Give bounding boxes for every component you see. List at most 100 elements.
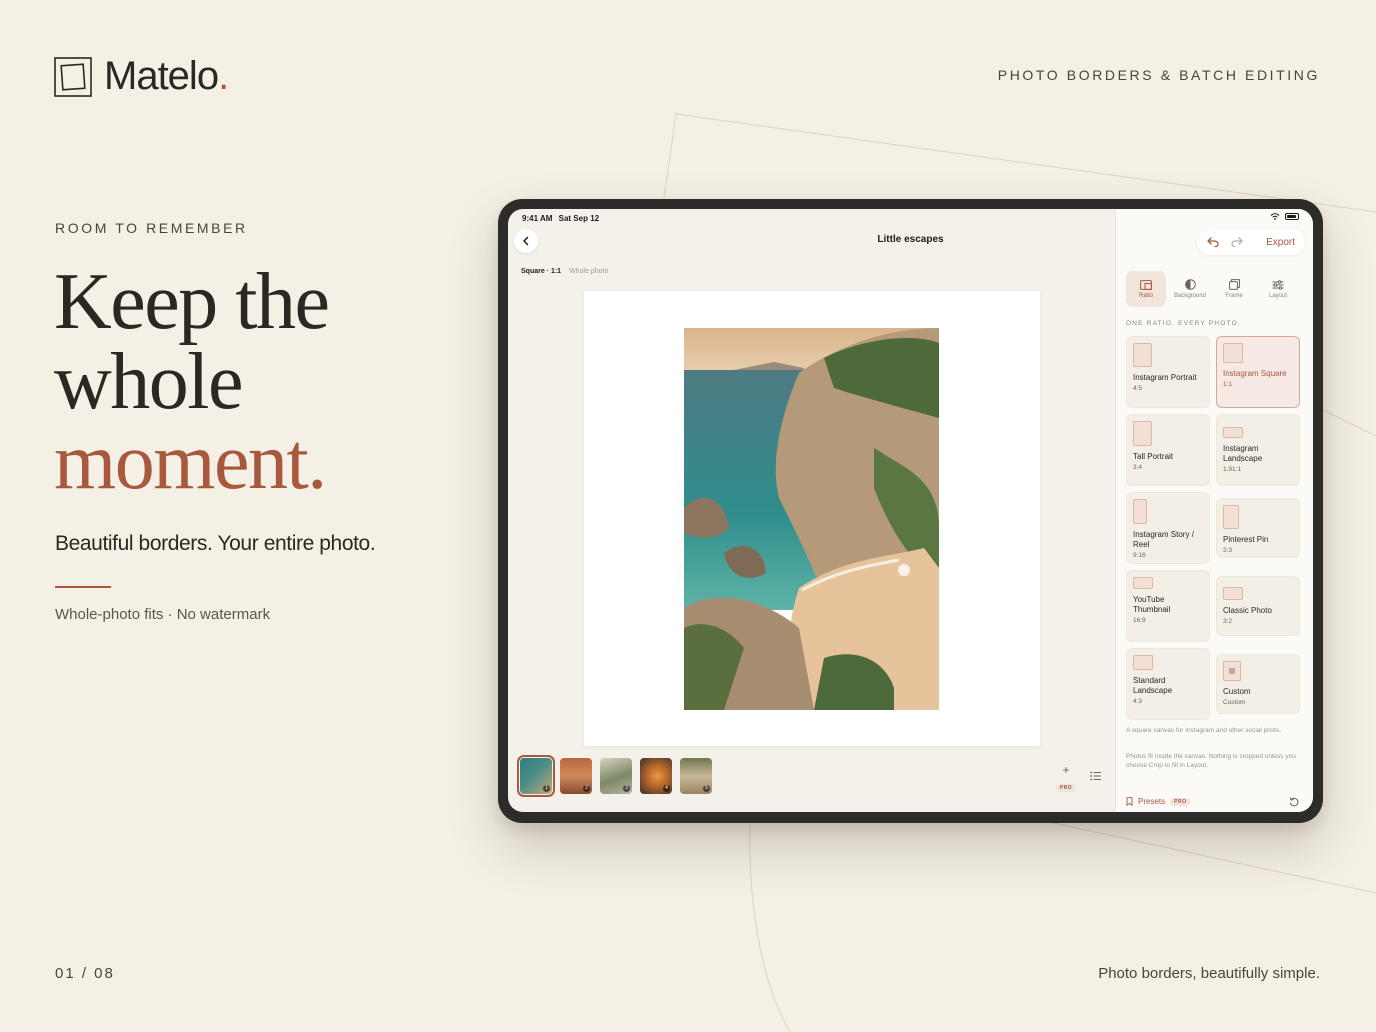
ratio-option-instagram-portrait[interactable]: Instagram Portrait 4:5 bbox=[1126, 336, 1210, 408]
coastal-cove-photo bbox=[684, 328, 939, 710]
ratio-option-instagram-square[interactable]: Instagram Square 1:1 bbox=[1216, 336, 1300, 408]
tab-label: Background bbox=[1173, 293, 1207, 299]
wifi-icon bbox=[1270, 213, 1280, 220]
ratio-option-youtube-thumbnail[interactable]: YouTube Thumbnail 16:9 bbox=[1126, 570, 1210, 642]
ratio-name: Pinterest Pin bbox=[1223, 535, 1269, 544]
ratio-name: Standard Landscape bbox=[1133, 676, 1173, 695]
headline-line-1: Keep the bbox=[54, 258, 330, 346]
inspector-panel: Export Ratio Background Frame Layout ONE… bbox=[1115, 209, 1313, 812]
ratio-option-instagram-story[interactable]: Instagram Story / Reel 9:16 bbox=[1126, 492, 1210, 564]
brand: Matelo. bbox=[54, 54, 229, 99]
ratio-option-tall-portrait[interactable]: Tall Portrait 3:4 bbox=[1126, 414, 1210, 486]
eyebrow: ROOM TO REMEMBER bbox=[55, 220, 248, 236]
accent-rule bbox=[55, 586, 111, 588]
ratio-shape bbox=[1223, 427, 1243, 438]
thumbnail-number: 3 bbox=[623, 785, 630, 792]
features: Whole-photo fits · No watermark bbox=[55, 606, 271, 623]
thumbnail[interactable]: 4 bbox=[640, 758, 672, 794]
thumbnail-number: 5 bbox=[703, 785, 710, 792]
ratio-name: YouTube Thumbnail bbox=[1133, 595, 1171, 614]
plus-icon: + bbox=[1062, 763, 1070, 777]
tab-layout[interactable]: Layout bbox=[1258, 271, 1298, 307]
thumbnail-number: 4 bbox=[663, 785, 670, 792]
chevron-left-icon bbox=[523, 236, 529, 246]
ratio-option-classic-photo[interactable]: Classic Photo 3:2 bbox=[1216, 576, 1300, 636]
ratio-option-standard-landscape[interactable]: Standard Landscape 4:3 bbox=[1126, 648, 1210, 720]
tab-frame[interactable]: Frame bbox=[1214, 271, 1254, 307]
thumbnail[interactable]: 3 bbox=[600, 758, 632, 794]
battery-icon bbox=[1285, 213, 1299, 220]
redo-icon[interactable] bbox=[1231, 237, 1243, 247]
back-button[interactable] bbox=[514, 229, 538, 253]
ratio-description: A square canvas for Instagram and other … bbox=[1126, 727, 1282, 734]
app-screen: 9:41 AM Sat Sep 12 Little escapes Square… bbox=[508, 209, 1313, 812]
ratio-value: 3:4 bbox=[1133, 464, 1143, 471]
ratio-icon bbox=[1140, 279, 1152, 290]
reset-icon[interactable] bbox=[1289, 797, 1299, 807]
ratio-value: 1.91:1 bbox=[1223, 466, 1242, 473]
crumb-mode: Whole photo bbox=[569, 268, 609, 275]
top-tagline: PHOTO BORDERS & BATCH EDITING bbox=[997, 67, 1320, 83]
tablet-frame: 9:41 AM Sat Sep 12 Little escapes Square… bbox=[498, 199, 1323, 823]
canvas-preview[interactable] bbox=[584, 291, 1040, 746]
headline: Keep the whole moment. bbox=[54, 258, 330, 502]
thumbnail[interactable]: 2 bbox=[560, 758, 592, 794]
inspector-tabs: Ratio Background Frame Layout bbox=[1126, 271, 1298, 307]
ratio-shape bbox=[1133, 499, 1147, 524]
bookmark-icon bbox=[1126, 797, 1133, 806]
ratio-shape bbox=[1133, 421, 1152, 446]
brand-name: Matelo bbox=[104, 54, 219, 98]
status-icons bbox=[1270, 213, 1299, 220]
ratio-shape bbox=[1223, 587, 1243, 600]
export-button[interactable]: Export bbox=[1266, 237, 1295, 248]
ratio-name: Custom bbox=[1223, 687, 1251, 696]
document-title: Little escapes bbox=[877, 234, 944, 245]
section-label: ONE RATIO. EVERY PHOTO. bbox=[1126, 320, 1241, 327]
ratio-value: Custom bbox=[1223, 699, 1246, 706]
ratio-shape bbox=[1223, 661, 1241, 681]
ratio-value: 1:1 bbox=[1223, 381, 1233, 388]
presets-button[interactable]: Presets PRO bbox=[1126, 797, 1191, 806]
pro-badge: PRO bbox=[1170, 797, 1191, 806]
tab-ratio[interactable]: Ratio bbox=[1126, 271, 1166, 307]
ratio-value: 16:9 bbox=[1133, 617, 1146, 624]
ratio-shape bbox=[1223, 343, 1243, 363]
edit-toolbar: Export bbox=[1197, 229, 1305, 255]
ratio-value: 9:16 bbox=[1133, 552, 1146, 559]
layout-icon bbox=[1272, 279, 1284, 290]
thumbnail-number: 1 bbox=[543, 785, 550, 792]
footer-tagline: Photo borders, beautifully simple. bbox=[1098, 965, 1320, 982]
sliders-icon bbox=[1229, 668, 1235, 674]
subhead: Beautiful borders. Your entire photo. bbox=[55, 532, 376, 555]
frame-icon bbox=[1228, 279, 1240, 290]
undo-icon[interactable] bbox=[1207, 237, 1219, 247]
ratio-name: Tall Portrait bbox=[1133, 452, 1174, 461]
ratio-name: Classic Photo bbox=[1223, 606, 1272, 615]
add-photo-button[interactable]: + PRO bbox=[1054, 764, 1078, 794]
brand-dot: . bbox=[218, 54, 230, 98]
tab-background[interactable]: Background bbox=[1170, 271, 1210, 307]
thumbnail[interactable]: 5 bbox=[680, 758, 712, 794]
ratio-shape bbox=[1133, 577, 1153, 589]
logo-icon bbox=[54, 56, 92, 97]
thumbnail[interactable]: 1 bbox=[517, 755, 555, 797]
photo-preview bbox=[684, 328, 939, 710]
status-date: Sat Sep 12 bbox=[558, 214, 600, 223]
ratio-option-instagram-landscape[interactable]: Instagram Landscape 1.91:1 bbox=[1216, 414, 1300, 486]
status-bar: 9:41 AM Sat Sep 12 bbox=[522, 214, 599, 223]
ratio-name: Instagram Story / Reel bbox=[1133, 530, 1194, 549]
tab-label: Frame bbox=[1225, 293, 1243, 299]
pro-badge: PRO bbox=[1055, 784, 1077, 792]
photo-strip: 1 2 3 4 5 bbox=[517, 755, 712, 797]
ratio-name: Instagram Square bbox=[1223, 369, 1287, 378]
ratio-option-pinterest-pin[interactable]: Pinterest Pin 2:3 bbox=[1216, 498, 1300, 558]
tab-label: Layout bbox=[1268, 292, 1287, 299]
ratio-grid: Instagram Portrait 4:5 Instagram Square … bbox=[1126, 336, 1302, 720]
thumbnail-number: 2 bbox=[583, 785, 590, 792]
ratio-value: 2:3 bbox=[1223, 547, 1233, 554]
ratio-option-custom[interactable]: Custom Custom bbox=[1216, 654, 1300, 714]
headline-line-2: whole bbox=[54, 338, 244, 426]
list-icon[interactable] bbox=[1090, 771, 1102, 781]
ratio-value: 4:3 bbox=[1133, 698, 1143, 705]
tab-label: Ratio bbox=[1138, 292, 1153, 299]
